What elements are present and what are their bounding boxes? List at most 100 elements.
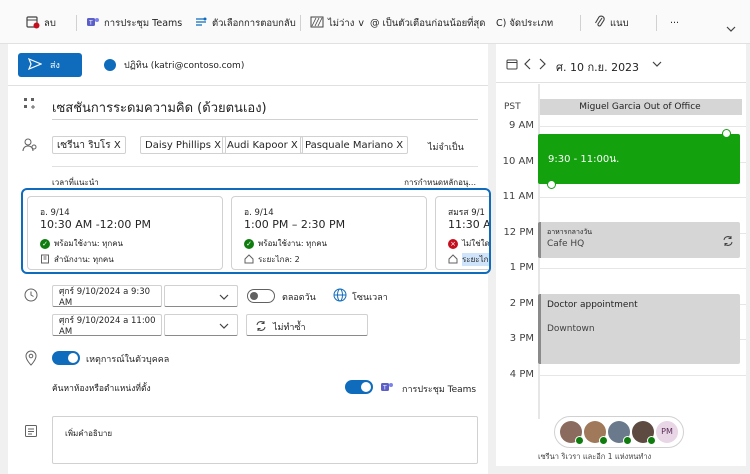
attendee-chip[interactable]: Pasquale Mariano X — [300, 136, 409, 154]
doctor-event-location: Downtown — [547, 324, 595, 334]
calendar-name: ปฏิทิน (katri@contoso.com) — [124, 61, 245, 71]
repeat-icon — [255, 320, 267, 335]
divider — [8, 85, 488, 86]
title-field-icon — [22, 96, 38, 115]
hour-label: 1 PM — [509, 262, 534, 273]
repeat-dropdown[interactable]: ไม่ทำซ้ำ — [246, 314, 368, 336]
end-time-dropdown[interactable] — [164, 314, 238, 336]
hour-gridline — [538, 126, 746, 127]
discard-button[interactable]: ลบ — [26, 14, 56, 32]
doctor-event-title: Doctor appointment — [547, 300, 638, 310]
attendee-chip[interactable]: เซรีนา ริบโร X — [52, 136, 126, 154]
time-slot-card[interactable]: อ. 9/14 10:30 AM -12:00 PM ✓ พร้อมใช้งาน… — [27, 196, 223, 270]
send-button[interactable]: ส่ง — [18, 53, 82, 77]
send-icon — [27, 57, 43, 73]
categorize-label: C) จัดประเภท — [496, 17, 554, 29]
building-icon — [40, 254, 50, 266]
description-editor[interactable]: เพิ่มคำอธิบาย — [52, 416, 478, 464]
all-day-toggle[interactable] — [247, 289, 275, 303]
slot-availability: ✓ พร้อมใช้งาน: ทุกคน — [40, 237, 123, 250]
hour-gridline — [538, 375, 746, 376]
home-icon — [244, 253, 254, 266]
new-event-block[interactable]: 9:30 - 11:00น. — [538, 134, 740, 184]
available-status-icon — [599, 436, 608, 445]
clock-icon — [24, 288, 38, 305]
date-dropdown-chevron-icon[interactable] — [652, 60, 662, 71]
avatar — [608, 421, 632, 445]
chevron-down-icon — [219, 293, 229, 304]
teams-meeting-toggle[interactable] — [345, 380, 373, 394]
hour-label: 11 AM — [502, 191, 534, 202]
busy-status-chevron: v — [358, 17, 364, 29]
attendee-chip[interactable]: Audi Kapoor X — [222, 136, 303, 154]
event-title-text: เซสชันการระดมความคิด (ด้วยตนเอง) — [52, 101, 267, 116]
slot-date: อ. 9/14 — [40, 208, 70, 218]
busy-status-dropdown[interactable]: ไม่ว่าง v — [310, 14, 364, 32]
home-icon — [448, 253, 458, 266]
reminder-dropdown[interactable]: @ เป็นตัวเตือนก่อนน้อยที่สุด — [370, 14, 485, 32]
resize-handle-top[interactable] — [722, 129, 731, 138]
time-slot-card[interactable]: สมรส 9/1 11:30 AM × ไม่ใช่ใดนอา... ระยะไ… — [435, 196, 491, 270]
svg-text:T: T — [88, 19, 93, 26]
response-options-icon — [194, 15, 208, 32]
doctor-event-block[interactable]: Doctor appointment Downtown — [538, 294, 740, 364]
in-person-toggle[interactable] — [52, 351, 80, 365]
location-input[interactable]: ค้นหาห้องหรือตำแหน่งที่ตั้ง — [52, 381, 151, 395]
timezone-label: PST — [504, 102, 521, 112]
slot-location: ระยะไกล: 2 — [244, 253, 300, 266]
lunch-event-block[interactable]: อาหารกลางวัน Cafe HQ — [538, 222, 740, 258]
separator — [76, 15, 77, 31]
teams-meeting-toggle-label: การประชุม Teams — [402, 385, 477, 395]
end-date-input[interactable]: ศุกร์ 9/10/2024 a 11:00 AM — [52, 314, 162, 337]
start-date-input[interactable]: ศุกร์ 9/10/2024 a 9:30 AM — [52, 285, 162, 308]
calendar-picker[interactable]: ปฏิทิน (katri@contoso.com) — [104, 58, 244, 72]
hour-label: 9 AM — [508, 120, 534, 131]
people-icon — [22, 138, 38, 155]
globe-icon — [333, 288, 347, 305]
divider — [52, 166, 478, 167]
discard-label: ลบ — [44, 17, 56, 29]
collapse-ribbon-chevron-icon[interactable] — [724, 22, 738, 36]
paperclip-icon — [594, 15, 606, 32]
in-person-label: เหตุการณ์ในตัวบุคคล — [86, 355, 170, 365]
more-options-button[interactable]: ··· — [670, 14, 679, 32]
available-check-icon: ✓ — [244, 238, 254, 249]
previous-day-chevron-icon[interactable] — [522, 57, 534, 74]
attach-button[interactable]: แนบ — [594, 14, 629, 32]
hour-label: 2 PM — [509, 298, 534, 309]
time-zone-button[interactable]: โซนเวลา — [352, 290, 388, 304]
start-time-dropdown[interactable] — [164, 285, 238, 307]
out-of-office-banner[interactable]: Miguel Garcia Out of Office — [538, 99, 742, 115]
categorize-button[interactable]: C) จัดประเภท — [496, 14, 553, 32]
calendar-delete-icon — [26, 15, 40, 32]
next-day-chevron-icon[interactable] — [536, 57, 548, 74]
reminder-label: @ เป็นตัวเตือนก่อนน้อยที่สุด — [370, 17, 486, 29]
slot-time: 11:30 AM — [448, 218, 491, 231]
resize-handle-bottom[interactable] — [547, 180, 556, 189]
busy-status-label: ไม่ว่าง — [328, 17, 355, 29]
calendar-icon[interactable] — [506, 58, 518, 73]
avatar-initials: PM — [656, 421, 678, 443]
description-placeholder: เพิ่มคำอธิบาย — [65, 429, 113, 438]
attendee-avatars[interactable]: PM — [554, 416, 684, 448]
event-title-input[interactable]: เซสชันการระดมความคิด (ด้วยตนเอง) — [52, 96, 478, 120]
optional-attendees-link[interactable]: ไม่จำเป็น — [428, 140, 464, 154]
attach-label: แนบ — [610, 17, 629, 29]
slot-availability-text: ไม่ใช่ใดนอา... — [462, 239, 490, 248]
date-picker-label[interactable]: ศ. 10 ก.ย. 2023 — [556, 58, 639, 76]
slot-location-text: ระยะไกล: 2 — [258, 255, 300, 264]
attendee-chip[interactable]: Daisy Phillips X — [140, 136, 226, 154]
svg-text:T: T — [382, 385, 387, 392]
unavailable-x-icon: × — [448, 238, 458, 249]
response-options-button[interactable]: ตัวเลือกการตอบกลับ — [194, 14, 296, 32]
new-event-time: 9:30 - 11:00น. — [548, 154, 620, 165]
available-status-icon — [647, 436, 656, 445]
attendee-summary-text: เซรีนา ริเวรา และอีก 1 แห่งหนทำง — [538, 452, 652, 461]
response-options-label: ตัวเลือกการตอบกลับ — [212, 17, 296, 29]
day-calendar-panel: ศ. 10 ก.ย. 2023 PST Miguel Garcia Out of… — [496, 44, 746, 466]
time-slot-card[interactable]: อ. 9/14 1:00 PM – 2:30 PM ✓ พร้อมใช้งาน:… — [231, 196, 427, 270]
teams-meeting-button[interactable]: T การประชุม Teams — [86, 14, 182, 32]
attendees-field[interactable]: เซรีนา ริบโร X Daisy Phillips X Audi Kap… — [52, 136, 432, 156]
repeat-label: ไม่ทำซ้ำ — [273, 323, 306, 333]
lunch-event-location: Cafe HQ — [547, 239, 585, 249]
